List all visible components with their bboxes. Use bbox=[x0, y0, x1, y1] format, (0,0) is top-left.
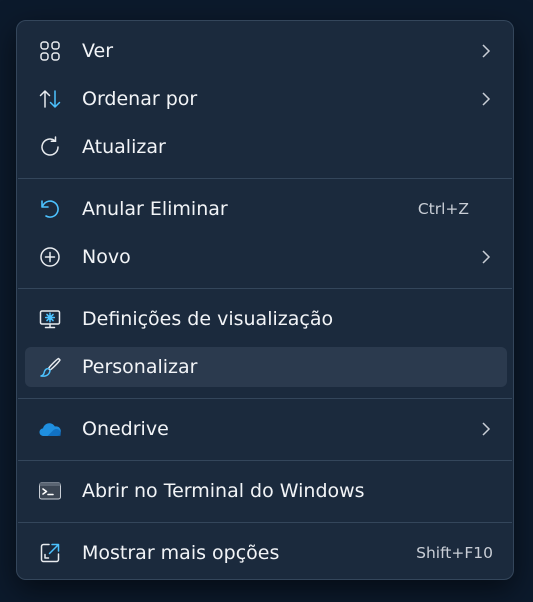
separator bbox=[18, 288, 512, 289]
display-settings-icon bbox=[38, 307, 62, 331]
separator bbox=[18, 398, 512, 399]
menu-item-display-settings[interactable]: Definições de visualização bbox=[25, 299, 507, 339]
chevron-right-icon bbox=[481, 91, 491, 107]
menu-item-undo-delete[interactable]: Anular Eliminar Ctrl+Z bbox=[25, 189, 507, 229]
context-menu: Ver Ordenar por Atualizar Anular Elimina… bbox=[16, 20, 514, 580]
shortcut-ctrl-z: Ctrl+Z bbox=[417, 200, 469, 218]
menu-item-onedrive[interactable]: Onedrive bbox=[25, 409, 507, 449]
menu-item-onedrive-label: Onedrive bbox=[82, 418, 169, 440]
chevron-right-icon bbox=[481, 249, 491, 265]
menu-item-view-label: Ver bbox=[82, 40, 114, 62]
chevron-right-icon bbox=[481, 421, 491, 437]
separator bbox=[18, 460, 512, 461]
menu-item-refresh[interactable]: Atualizar bbox=[25, 127, 507, 167]
menu-item-new-label: Novo bbox=[82, 246, 131, 268]
menu-item-sort-by[interactable]: Ordenar por bbox=[25, 79, 507, 119]
menu-item-personalize[interactable]: Personalizar bbox=[25, 347, 507, 387]
menu-item-show-more-options[interactable]: Mostrar mais opções Shift+F10 bbox=[25, 533, 507, 573]
terminal-icon bbox=[38, 479, 62, 503]
refresh-icon bbox=[38, 135, 62, 159]
sort-arrows-icon bbox=[38, 87, 62, 111]
menu-item-new[interactable]: Novo bbox=[25, 237, 507, 277]
menu-item-refresh-label: Atualizar bbox=[82, 136, 166, 158]
menu-item-view[interactable]: Ver bbox=[25, 31, 507, 71]
menu-item-open-terminal-label: Abrir no Terminal do Windows bbox=[82, 480, 365, 502]
onedrive-cloud-icon bbox=[38, 417, 62, 441]
menu-item-show-more-options-label: Mostrar mais opções bbox=[82, 542, 280, 564]
shortcut-shift-f10: Shift+F10 bbox=[416, 544, 493, 562]
chevron-right-icon bbox=[481, 43, 491, 59]
grid-view-icon bbox=[38, 39, 62, 63]
plus-circle-icon bbox=[38, 245, 62, 269]
undo-icon bbox=[38, 197, 62, 221]
separator bbox=[18, 178, 512, 179]
menu-item-open-terminal[interactable]: Abrir no Terminal do Windows bbox=[25, 471, 507, 511]
menu-item-personalize-label: Personalizar bbox=[82, 356, 198, 378]
separator bbox=[18, 522, 512, 523]
menu-item-sort-by-label: Ordenar por bbox=[82, 88, 198, 110]
show-more-options-icon bbox=[38, 541, 62, 565]
menu-item-display-settings-label: Definições de visualização bbox=[82, 308, 334, 330]
brush-icon bbox=[38, 355, 62, 379]
menu-item-undo-delete-label: Anular Eliminar bbox=[82, 198, 228, 220]
